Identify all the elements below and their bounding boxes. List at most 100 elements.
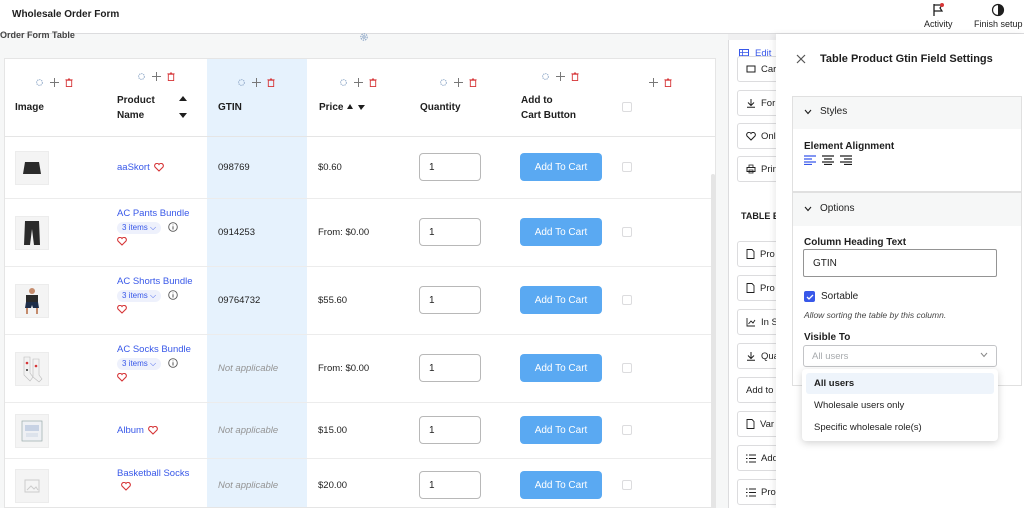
price-value: $0.60 — [318, 162, 342, 173]
quantity-input[interactable]: 1 — [419, 286, 481, 314]
heart-icon[interactable] — [117, 237, 127, 246]
align-right-icon[interactable] — [840, 155, 852, 165]
bundle-items-pill[interactable]: 3 items ⌵ — [117, 290, 162, 302]
column-header-product-name[interactable]: Product Name — [105, 59, 207, 137]
column-header-image[interactable]: Image — [5, 59, 105, 137]
info-icon[interactable] — [167, 358, 178, 369]
activity-button[interactable]: Activity — [924, 3, 953, 29]
sort-arrows-icon[interactable] — [347, 104, 365, 110]
quantity-input[interactable]: 1 — [419, 218, 481, 246]
row-checkbox[interactable] — [622, 227, 632, 237]
price-value: $55.60 — [318, 295, 348, 306]
progress-circle-icon — [992, 3, 1005, 17]
trash-icon[interactable] — [267, 78, 275, 87]
trash-icon[interactable] — [167, 72, 175, 81]
product-name-link[interactable]: AC Shorts Bundle 3 items ⌵ — [117, 276, 193, 314]
quantity-input[interactable]: 1 — [419, 354, 481, 382]
editor-canvas: Order Form Table Image Product Name GTIN… — [0, 30, 728, 508]
placeholder-image-icon — [24, 479, 40, 493]
table-scrollbar[interactable] — [711, 174, 715, 508]
activity-label: Activity — [924, 19, 953, 29]
move-icon[interactable] — [556, 72, 565, 81]
document-icon — [746, 419, 755, 429]
align-center-icon[interactable] — [822, 155, 834, 165]
add-to-cart-button[interactable]: Add To Cart — [520, 416, 602, 444]
quantity-input[interactable]: 1 — [419, 416, 481, 444]
product-name-link[interactable]: AC Pants Bundle 3 items ⌵ — [117, 208, 189, 246]
sortable-checkbox[interactable]: Sortable — [804, 291, 858, 302]
gtin-value: 0914253 — [218, 227, 255, 238]
trash-icon[interactable] — [571, 72, 579, 81]
add-to-cart-button[interactable]: Add To Cart — [520, 354, 602, 382]
row-checkbox[interactable] — [622, 480, 632, 490]
align-left-icon[interactable] — [804, 155, 816, 165]
product-name-link[interactable]: Album — [117, 425, 158, 436]
row-checkbox[interactable] — [622, 425, 632, 435]
trash-icon[interactable] — [369, 78, 377, 87]
gtin-value: 09764732 — [218, 295, 261, 306]
column-header-gtin[interactable]: GTIN — [207, 59, 307, 137]
add-to-cart-button[interactable]: Add To Cart — [520, 218, 602, 246]
close-icon[interactable] — [796, 54, 806, 64]
bundle-items-pill[interactable]: 3 items ⌵ — [117, 222, 162, 234]
move-icon[interactable] — [649, 78, 658, 87]
move-icon[interactable] — [252, 78, 261, 87]
visible-to-label: Visible To — [804, 332, 851, 343]
gear-icon[interactable] — [439, 78, 448, 87]
move-icon[interactable] — [354, 78, 363, 87]
gear-icon[interactable] — [237, 78, 246, 87]
heart-icon[interactable] — [117, 373, 127, 382]
column-header-add-to-cart[interactable]: Add to Cart Button — [509, 59, 611, 137]
quantity-input[interactable]: 1 — [419, 471, 481, 499]
info-icon[interactable] — [167, 290, 178, 301]
heart-icon[interactable] — [121, 482, 131, 491]
gear-icon[interactable] — [35, 78, 44, 87]
column-header-price[interactable]: Price — [307, 59, 407, 137]
styles-toggle[interactable]: Styles — [804, 106, 847, 117]
trash-icon[interactable] — [65, 78, 73, 87]
pants-image-icon — [24, 221, 40, 245]
move-icon[interactable] — [152, 72, 161, 81]
header-cart-line1: Add to — [521, 95, 553, 106]
gear-icon[interactable] — [137, 72, 146, 81]
trash-icon[interactable] — [469, 78, 477, 87]
move-icon[interactable] — [454, 78, 463, 87]
product-name-link[interactable]: aaSkort — [117, 162, 164, 173]
visible-to-option[interactable]: Wholesale users only — [806, 395, 994, 416]
gear-icon[interactable] — [339, 78, 348, 87]
row-checkbox[interactable] — [622, 363, 632, 373]
price-value: From: $0.00 — [318, 227, 370, 238]
add-to-cart-button[interactable]: Add To Cart — [520, 286, 602, 314]
product-thumbnail — [15, 414, 49, 448]
product-name-link[interactable]: AC Socks Bundle 3 items ⌵ — [117, 344, 191, 382]
row-checkbox[interactable] — [622, 295, 632, 305]
row-checkbox[interactable] — [622, 162, 632, 172]
add-to-cart-button[interactable]: Add To Cart — [520, 153, 602, 181]
table-row: AC Socks Bundle 3 items ⌵ Not applicable… — [5, 335, 715, 403]
column-header-select[interactable] — [611, 59, 715, 137]
heart-icon[interactable] — [148, 425, 158, 435]
column-header-quantity[interactable]: Quantity — [407, 59, 509, 137]
heart-icon[interactable] — [153, 162, 164, 172]
info-icon[interactable] — [167, 222, 178, 233]
options-toggle[interactable]: Options — [804, 203, 854, 214]
move-icon[interactable] — [50, 78, 59, 87]
visible-to-option[interactable]: All users — [806, 373, 994, 394]
column-heading-input[interactable]: GTIN — [803, 249, 997, 277]
product-name-link[interactable]: Basketball Socks — [117, 468, 189, 491]
visible-to-option[interactable]: Specific wholesale role(s) — [806, 417, 994, 438]
gear-icon[interactable] — [541, 72, 550, 81]
select-all-checkbox[interactable] — [622, 102, 632, 112]
visible-to-select[interactable]: All users — [803, 345, 997, 367]
trash-icon[interactable] — [664, 78, 672, 87]
sort-arrows-icon[interactable] — [179, 96, 187, 118]
finish-setup-button[interactable]: Finish setup — [974, 3, 1023, 29]
heart-icon[interactable] — [117, 305, 127, 314]
settings-title: Table Product Gtin Field Settings — [820, 53, 993, 65]
order-form-table: Image Product Name GTIN Price Quantity A… — [4, 58, 716, 508]
bundle-items-pill[interactable]: 3 items ⌵ — [117, 358, 162, 370]
add-to-cart-button[interactable]: Add To Cart — [520, 471, 602, 499]
price-value: From: $0.00 — [318, 363, 370, 374]
gear-icon[interactable] — [359, 32, 369, 42]
quantity-input[interactable]: 1 — [419, 153, 481, 181]
